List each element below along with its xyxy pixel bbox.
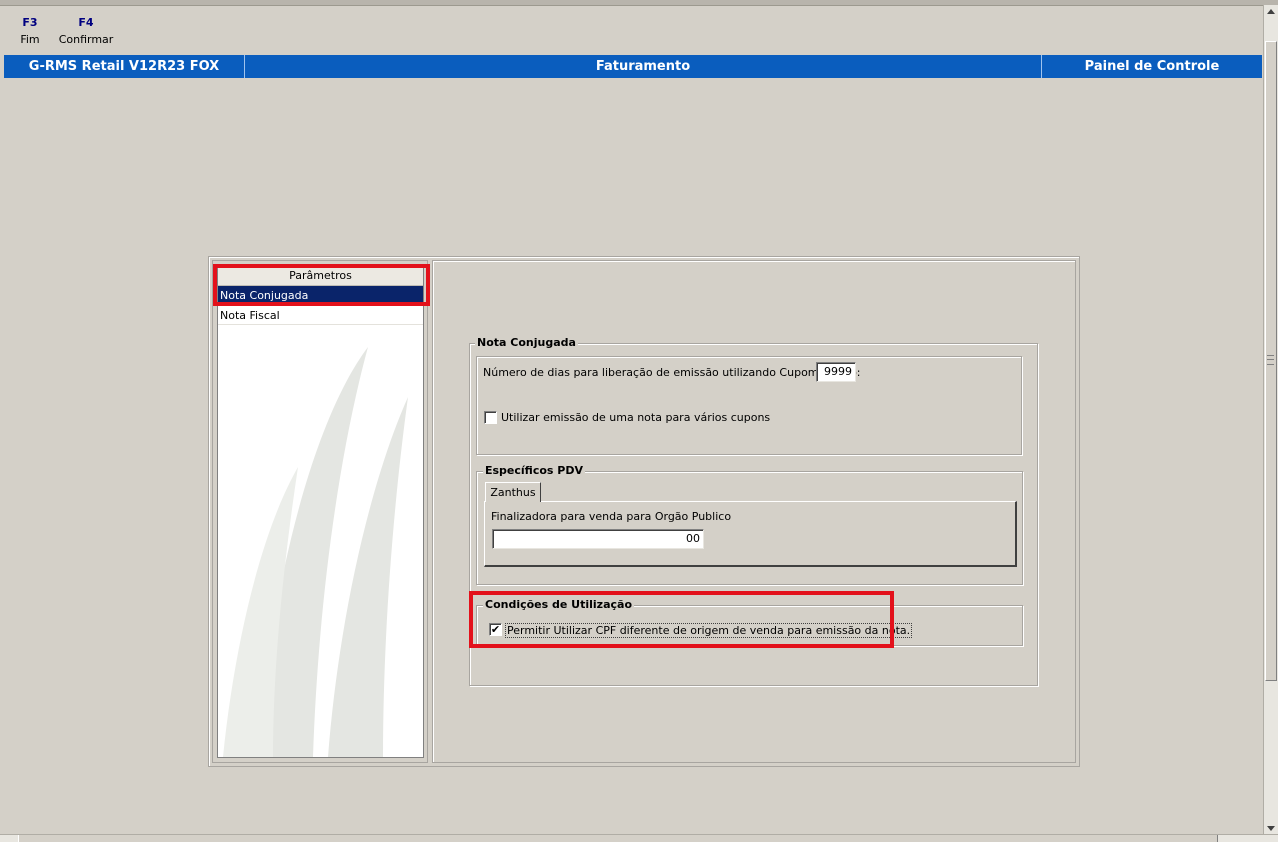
- highlight-parameters: [213, 264, 430, 306]
- fim-key: F3: [22, 16, 38, 29]
- title-bar: G-RMS Retail V12R23 FOX Faturamento Pain…: [4, 55, 1262, 78]
- scroll-down-icon[interactable]: [1267, 826, 1275, 831]
- fim-button[interactable]: F3 Fim: [0, 15, 60, 47]
- especificos-pdv-title: Específicos PDV: [483, 464, 586, 478]
- nota-conjugada-title: Nota Conjugada: [475, 336, 578, 350]
- window-top-border: [0, 0, 1278, 6]
- app-title: G-RMS Retail V12R23 FOX: [4, 55, 245, 78]
- watermark-logo: [223, 347, 408, 757]
- module-title: Faturamento: [245, 55, 1042, 78]
- confirmar-label: Confirmar: [58, 33, 114, 46]
- multi-coupon-checkbox[interactable]: [484, 411, 497, 424]
- tab-zanthus[interactable]: Zanthus: [485, 482, 541, 502]
- finalizadora-label: Finalizadora para venda para Orgão Publi…: [491, 510, 732, 523]
- section-title: Painel de Controle: [1084, 59, 1220, 74]
- fim-label: Fim: [20, 33, 40, 46]
- days-input[interactable]: 9999: [816, 362, 856, 382]
- highlight-condicoes: [469, 591, 894, 648]
- days-label: Número de dias para liberação de emissão…: [483, 366, 861, 379]
- scroll-grip-icon: [1267, 355, 1274, 365]
- confirmar-button[interactable]: F4 Confirmar: [56, 15, 116, 47]
- scroll-up-icon[interactable]: [1267, 9, 1275, 14]
- confirmar-key: F4: [78, 16, 94, 29]
- finalizadora-input[interactable]: 00: [492, 529, 704, 549]
- parameters-list[interactable]: Parâmetros Nota Conjugada Nota Fiscal: [217, 266, 424, 758]
- vertical-scrollbar[interactable]: [1263, 5, 1278, 835]
- multi-coupon-label: Utilizar emissão de uma nota para vários…: [501, 411, 771, 424]
